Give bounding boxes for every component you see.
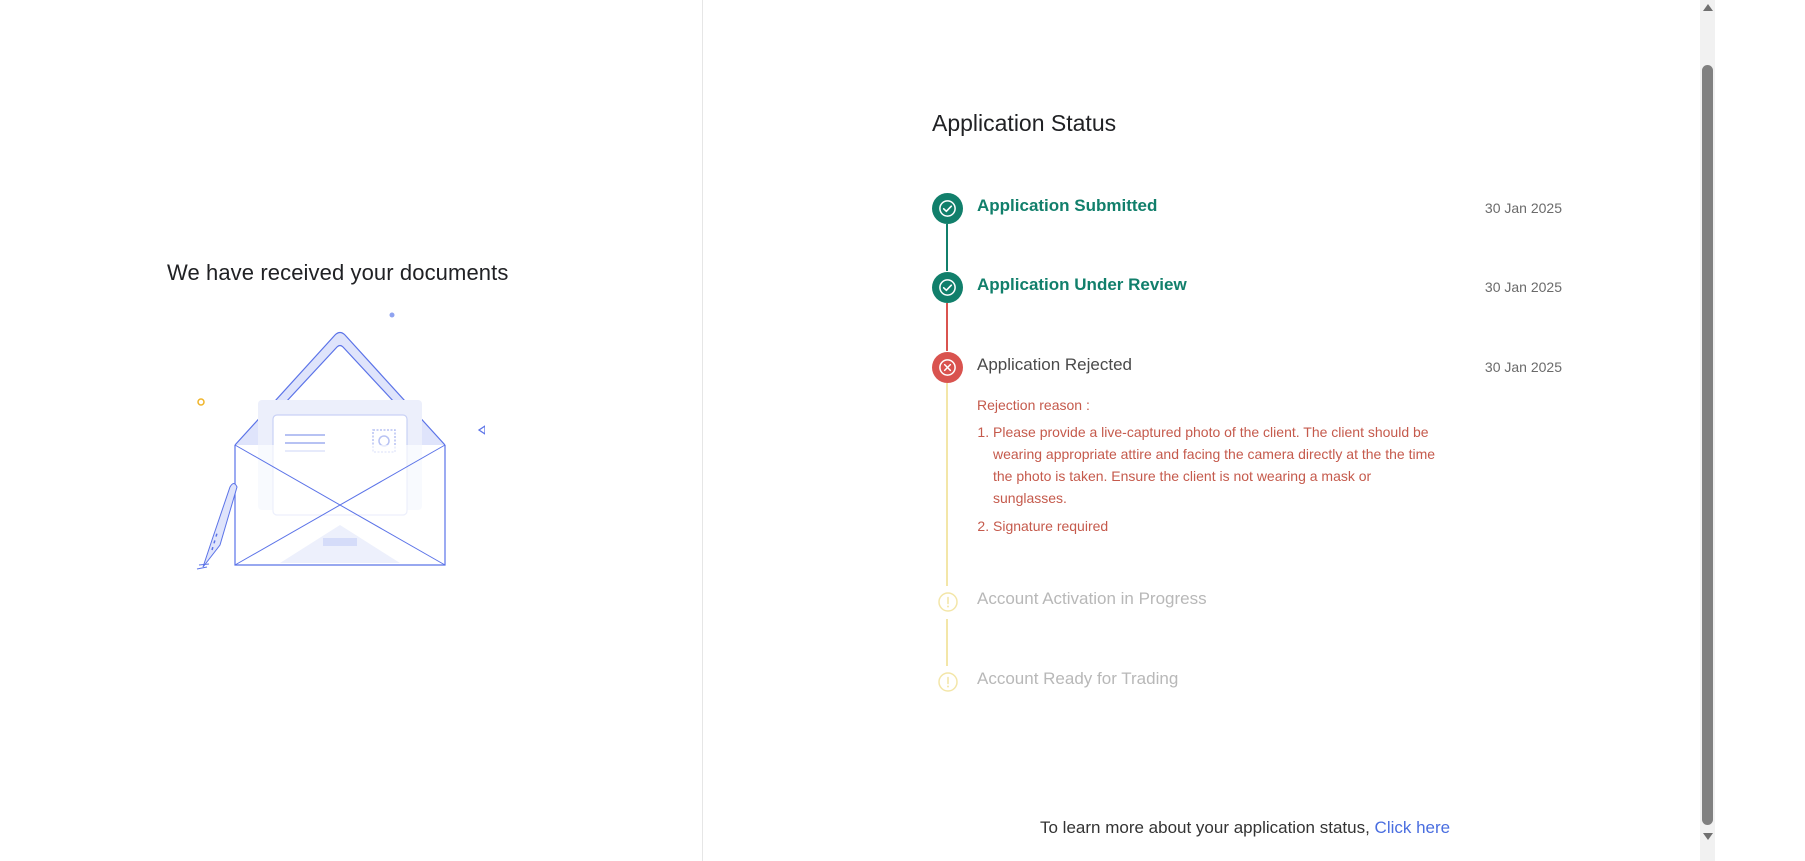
scrollbar-thumb[interactable] [1702,65,1713,825]
step-label: Account Ready for Trading [977,669,1179,688]
step-date: 30 Jan 2025 [1484,359,1562,375]
rejection-reason-item: Please provide a live-captured photo of … [993,421,1437,509]
info-circle-icon [932,586,963,617]
left-panel: We have received your documents [0,0,702,861]
decor-triangle [477,425,485,435]
rejection-reason: Rejection reason : Please provide a live… [977,397,1437,543]
timeline-connector [946,303,948,351]
scroll-down-icon[interactable] [1700,832,1715,846]
status-footer: To learn more about your application sta… [1040,818,1450,838]
timeline-connector [946,619,948,666]
step-label: Application Under Review [977,275,1187,294]
scroll-up-icon[interactable] [1700,2,1715,16]
click-here-link[interactable]: Click here [1375,818,1451,837]
check-circle-icon [932,272,963,303]
step-date: 30 Jan 2025 [1484,279,1562,295]
timeline-connector [946,224,948,271]
decor-ring [197,398,205,406]
rejection-reason-item: Signature required [993,515,1437,537]
rejection-reason-title: Rejection reason : [977,397,1090,413]
step-label: Application Rejected [977,355,1132,374]
decor-dot [389,312,395,318]
x-circle-icon [932,352,963,383]
info-circle-icon [932,666,963,697]
step-label: Account Activation in Progress [977,589,1207,608]
check-circle-icon [932,193,963,224]
envelope-illustration [196,312,485,570]
timeline-connector [946,383,948,586]
step-label: Application Submitted [977,196,1158,215]
application-status-title: Application Status [932,110,1117,136]
documents-received-title: We have received your documents [167,260,509,285]
footer-text: To learn more about your application sta… [1040,818,1370,837]
step-date: 30 Jan 2025 [1484,200,1562,216]
rejection-reason-list: Please provide a live-captured photo of … [977,421,1437,537]
